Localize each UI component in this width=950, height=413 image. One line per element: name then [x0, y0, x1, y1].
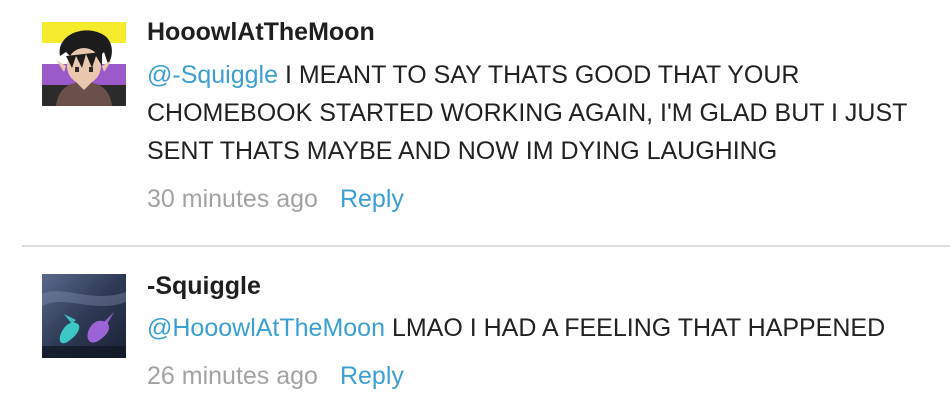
comment-body: @HooowlAtTheMoon LMAO I HAD A FEELING TH…	[147, 309, 917, 347]
comment-author[interactable]: HooowlAtTheMoon	[147, 17, 375, 47]
comment-text: LMAO I HAD A FEELING THAT HAPPENED	[385, 314, 886, 342]
comment-timestamp: 26 minutes ago	[147, 362, 318, 390]
comment-body: @-Squiggle I MEANT TO SAY THATS GOOD THA…	[147, 56, 917, 170]
avatar-image	[42, 22, 126, 106]
avatar[interactable]	[42, 274, 126, 358]
comment-meta: 26 minutes ago Reply	[147, 361, 404, 391]
reply-button[interactable]: Reply	[340, 185, 404, 213]
reply-button[interactable]: Reply	[340, 362, 404, 390]
comment-meta: 30 minutes ago Reply	[147, 184, 404, 214]
comment-timestamp: 30 minutes ago	[147, 185, 318, 213]
avatar-image	[42, 274, 126, 358]
comment-author[interactable]: -Squiggle	[147, 271, 261, 301]
comment-item: -Squiggle @HooowlAtTheMoon LMAO I HAD A …	[0, 247, 950, 413]
mention-link[interactable]: @HooowlAtTheMoon	[147, 314, 385, 342]
comment-item: HooowlAtTheMoon @-Squiggle I MEANT TO SA…	[0, 0, 950, 246]
avatar[interactable]	[42, 22, 126, 106]
mention-link[interactable]: @-Squiggle	[147, 61, 278, 89]
